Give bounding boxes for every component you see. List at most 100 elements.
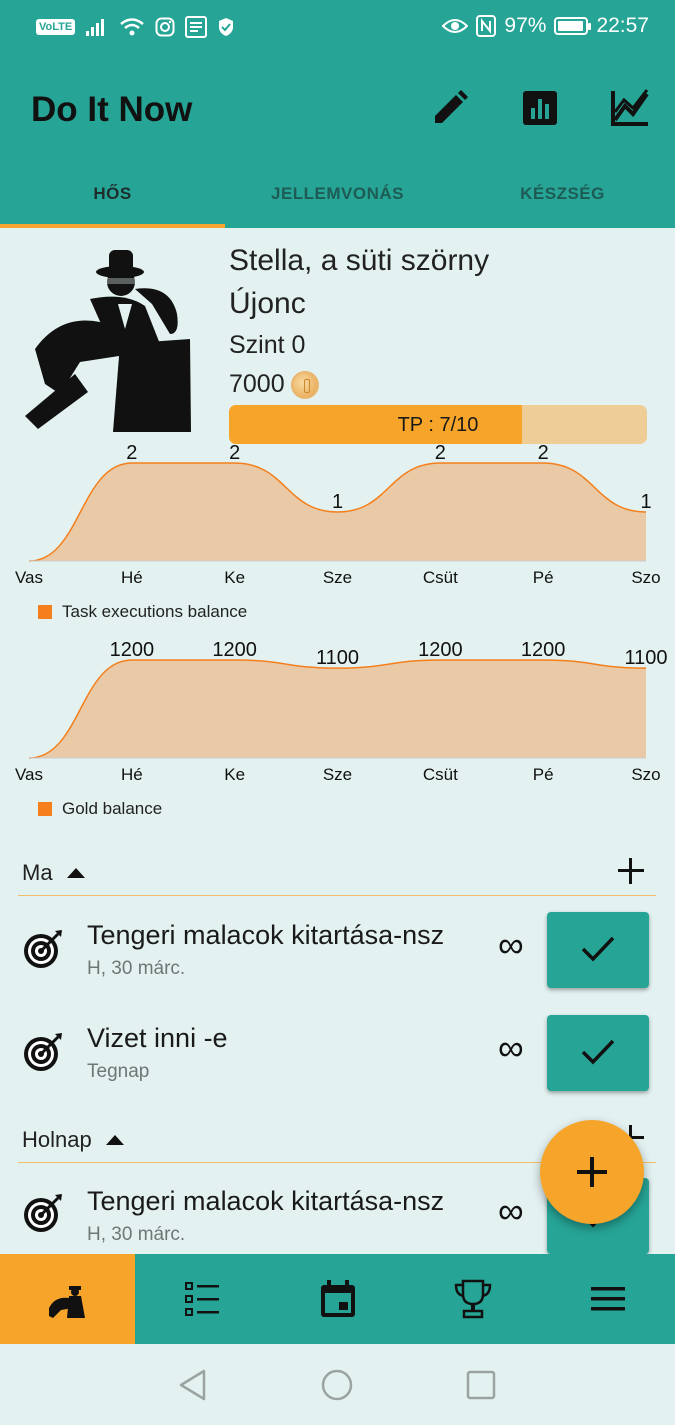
task-executions-chart-svg: Vas 2 Hé 2 Ke 1 Sze 2 Csüt 2 Pé 1 Szo (15, 444, 661, 587)
x-tick-label: Hé (121, 568, 143, 587)
recents-icon[interactable] (464, 1368, 498, 1402)
legend-label: Gold balance (62, 799, 163, 818)
check-icon (581, 1039, 615, 1065)
infinity-icon: ∞ (498, 1190, 524, 1231)
coin-icon (290, 370, 319, 399)
task-due-date: H, 30 márc. (87, 1224, 186, 1245)
task-title: Tengeri malacok kitartása-nsz (87, 1186, 445, 1216)
section-label: Ma (22, 860, 53, 885)
section-title-tomorrow[interactable]: Holnap (22, 1127, 124, 1153)
nav-tasks[interactable] (135, 1254, 270, 1344)
add-task-button[interactable] (616, 856, 646, 886)
edit-icon[interactable] (430, 88, 470, 128)
area-fill (29, 660, 646, 758)
calendar-icon (321, 1280, 355, 1317)
nav-achievements[interactable] (405, 1254, 540, 1344)
bottom-navigation (0, 1254, 675, 1344)
data-label: 1200 (418, 640, 463, 661)
tp-label: TP : 7/10 (397, 414, 479, 436)
task-title: Vizet inni -e (87, 1023, 228, 1053)
tab-skills[interactable]: KÉSZSÉG (450, 184, 675, 204)
target-icon (24, 930, 62, 968)
tp-progress-bar: TP : 7/10 (229, 405, 647, 444)
section-label: Holnap (22, 1127, 92, 1152)
tab-hero[interactable]: HŐS (0, 184, 225, 204)
x-tick-label: Csüt (423, 568, 458, 587)
x-tick-label: Sze (323, 568, 352, 587)
system-navigation (0, 1344, 675, 1425)
menu-icon (591, 1287, 625, 1311)
gold-balance-chart-svg: Vas 1200 Hé 1200 Ke 1100 Sze 1200 Csüt 1200 Pé 1100… (15, 640, 668, 784)
hero-icon (49, 1286, 85, 1318)
x-tick-label: Pé (533, 765, 554, 784)
section-header-today: Ma (18, 856, 656, 896)
check-icon (581, 936, 615, 962)
hero-avatar (25, 250, 191, 432)
bar-chart-icon[interactable] (520, 88, 560, 128)
status-bar: VoLTE 97% 22:57 (0, 0, 675, 58)
collapse-arrow-icon[interactable] (66, 868, 85, 878)
data-label: 1200 (110, 640, 155, 661)
data-label: 1100 (316, 647, 359, 669)
x-tick-label: Ke (224, 568, 245, 587)
tab-indicator (0, 224, 225, 228)
app-title: Do It Now (31, 90, 193, 129)
status-left: VoLTE (36, 16, 235, 38)
data-label: 1 (640, 491, 651, 513)
battery-percent: 97% (504, 14, 547, 37)
complete-task-button[interactable] (547, 1015, 649, 1091)
eye-comfort-icon (442, 19, 469, 33)
shield-icon (219, 18, 234, 36)
volte-badge: VoLTE (36, 19, 76, 35)
x-tick-label: Ke (224, 765, 245, 784)
hero-name: Stella, a süti szörny (229, 244, 490, 277)
complete-task-button[interactable] (547, 912, 649, 988)
task-due-date: H, 30 márc. (87, 958, 186, 979)
wifi-icon (120, 18, 144, 36)
data-label: 2 (126, 444, 137, 464)
status-right: 97% 22:57 (442, 14, 649, 38)
target-icon (24, 1033, 62, 1071)
home-icon[interactable] (320, 1368, 354, 1402)
legend-swatch (38, 802, 52, 816)
task-executions-chart: Vas 2 Hé 2 Ke 1 Sze 2 Csüt 2 Pé 1 Szo (0, 444, 675, 594)
x-tick-label: Vas (15, 765, 43, 784)
task-due-date: Tegnap (87, 1061, 150, 1082)
back-icon[interactable] (176, 1368, 210, 1402)
trophy-icon (454, 1279, 492, 1319)
hero-level: Szint 0 (229, 331, 306, 359)
x-tick-label: Csüt (423, 765, 458, 784)
add-fab-button[interactable] (540, 1120, 644, 1224)
x-tick-label: Hé (121, 765, 143, 784)
nav-menu[interactable] (540, 1254, 675, 1344)
x-tick-label: Pé (533, 568, 554, 587)
nfc-icon (476, 15, 497, 37)
gold-amount: 7000 (229, 370, 285, 398)
collapse-arrow-icon[interactable] (105, 1135, 124, 1145)
hero-gold: 7000 (229, 370, 319, 399)
notification-app-icon (185, 16, 208, 38)
nav-hero[interactable] (0, 1254, 135, 1344)
task-list-icon (185, 1282, 219, 1316)
task-row[interactable]: Vizet inni -e Tegnap ∞ (18, 1015, 658, 1105)
x-tick-label: Sze (323, 765, 352, 784)
legend-swatch (38, 605, 52, 619)
infinity-icon: ∞ (498, 1027, 524, 1068)
task-title: Tengeri malacok kitartása-nsz (87, 920, 445, 950)
x-tick-label: Vas (15, 568, 43, 587)
data-label: 1200 (212, 640, 257, 661)
battery-icon (554, 17, 592, 35)
nav-calendar[interactable] (270, 1254, 405, 1344)
section-title-today[interactable]: Ma (22, 860, 85, 886)
line-chart-icon[interactable] (610, 88, 650, 128)
data-label: 1200 (521, 640, 566, 661)
data-label: 2 (435, 444, 446, 464)
data-label: 2 (538, 444, 549, 464)
task-row[interactable]: Tengeri malacok kitartása-nsz H, 30 márc… (18, 912, 658, 1002)
signal-icon (86, 19, 105, 36)
app-bar: Do It Now HŐS JELLEMVONÁS KÉSZSÉG (0, 58, 675, 228)
clock: 22:57 (596, 14, 649, 37)
x-tick-label: Szo (631, 765, 660, 784)
tab-traits[interactable]: JELLEMVONÁS (225, 184, 450, 204)
data-label: 2 (229, 444, 240, 464)
